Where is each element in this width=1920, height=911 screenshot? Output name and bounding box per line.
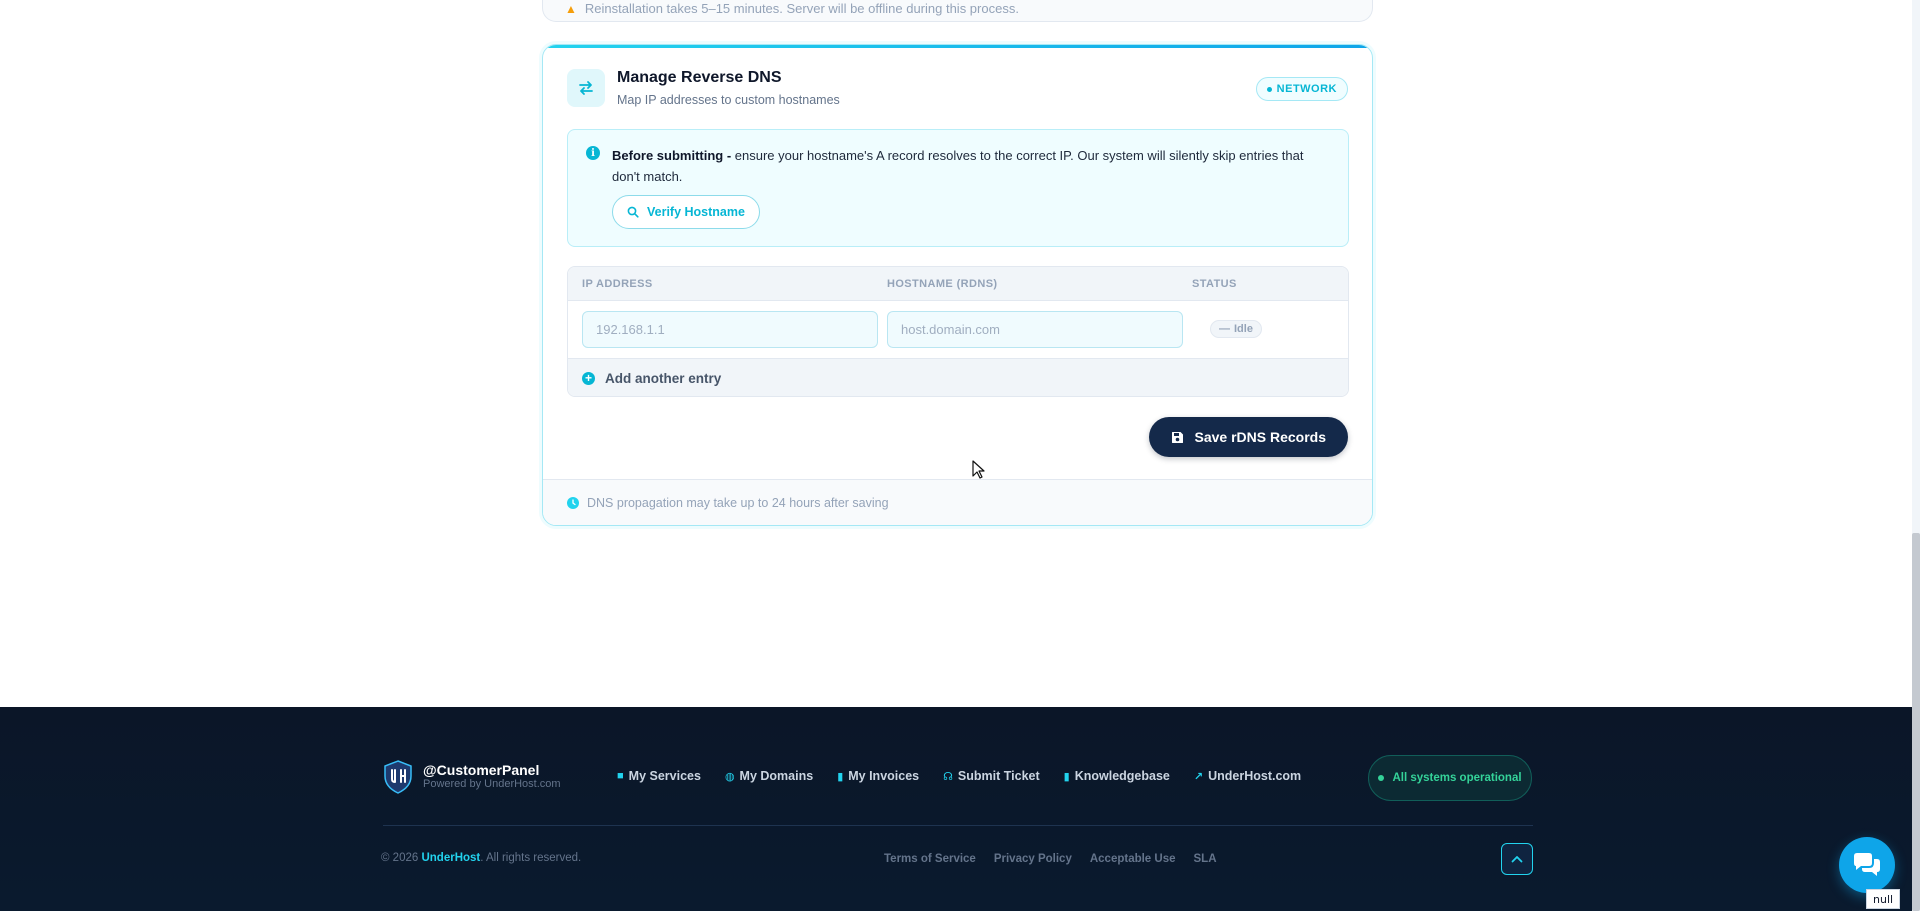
status-dot-icon xyxy=(1378,775,1385,781)
footer-link-underhost[interactable]: ↗ UnderHost.com xyxy=(1194,769,1301,783)
reverse-dns-card: Manage Reverse DNS Map IP addresses to c… xyxy=(542,44,1373,526)
copyright-brand-link[interactable]: UnderHost xyxy=(421,852,480,864)
footer-link-label: Submit Ticket xyxy=(957,769,1040,783)
box-icon: ■ xyxy=(617,770,624,782)
legal-links: Terms of Service Privacy Policy Acceptab… xyxy=(884,853,1217,865)
verify-hostname-button[interactable]: Verify Hostname xyxy=(612,195,760,229)
add-entry-label: Add another entry xyxy=(605,371,722,386)
footer-link-label: My Domains xyxy=(739,769,814,783)
live-chat-button[interactable] xyxy=(1839,837,1895,893)
chat-bubbles-icon xyxy=(1854,853,1880,876)
copyright-prefix: © 2026 xyxy=(381,852,419,864)
footer-link-label: My Invoices xyxy=(848,769,920,783)
header-ip-address: IP ADDRESS xyxy=(582,278,653,290)
brand-subtitle: Powered by UnderHost.com xyxy=(423,778,561,790)
footer-link-my-domains[interactable]: ◍ My Domains xyxy=(725,769,813,783)
dash-icon: — xyxy=(1219,323,1230,335)
network-badge-label: NETWORK xyxy=(1276,83,1337,95)
legal-link-acceptable-use[interactable]: Acceptable Use xyxy=(1090,853,1176,865)
shield-logo-icon xyxy=(384,760,412,794)
footer-link-label: UnderHost.com xyxy=(1208,769,1302,783)
mouse-cursor-icon xyxy=(972,460,985,479)
header-status: STATUS xyxy=(1192,278,1237,290)
footer-link-knowledgebase[interactable]: ▮ Knowledgebase xyxy=(1064,769,1170,783)
legal-link-privacy[interactable]: Privacy Policy xyxy=(994,853,1072,865)
rdns-table: IP ADDRESS HOSTNAME (RDNS) STATUS — Idle… xyxy=(567,266,1349,397)
footer-nav: ■ My Services ◍ My Domains ▮ My Invoices… xyxy=(617,769,1301,783)
network-badge: NETWORK xyxy=(1255,77,1348,101)
brand-name: @CustomerPanel xyxy=(423,762,540,778)
info-text: Before submitting - ensure your hostname… xyxy=(612,145,1332,187)
search-icon xyxy=(627,206,639,218)
scrollbar-thumb[interactable] xyxy=(1912,533,1920,911)
copyright-suffix: . All rights reserved. xyxy=(480,852,582,864)
globe-icon: ◍ xyxy=(724,770,735,783)
swap-arrows-icon xyxy=(567,69,605,107)
plus-circle-icon: + xyxy=(582,372,595,385)
file-icon: ▮ xyxy=(837,770,844,783)
warning-icon: ▲ xyxy=(565,1,577,16)
info-text-bold: Before submitting - xyxy=(612,148,732,163)
info-notice: i Before submitting - ensure your hostna… xyxy=(567,129,1349,247)
scrollbar-track[interactable] xyxy=(1912,0,1920,911)
clock-icon xyxy=(567,496,579,509)
card-accent-bar xyxy=(543,45,1372,48)
table-header: IP ADDRESS HOSTNAME (RDNS) STATUS xyxy=(568,267,1348,301)
reinstall-warning-text: Reinstallation takes 5–15 minutes. Serve… xyxy=(584,1,1019,16)
floppy-disk-icon xyxy=(1172,431,1184,443)
badge-dot-icon xyxy=(1266,86,1272,92)
status-badge: — Idle xyxy=(1210,320,1262,338)
save-rdns-label: Save rDNS Records xyxy=(1194,429,1326,445)
propagation-note: DNS propagation may take up to 24 hours … xyxy=(587,495,889,510)
info-icon: i xyxy=(586,146,600,160)
headset-icon: ☊ xyxy=(943,770,953,783)
back-to-top-button[interactable] xyxy=(1501,843,1533,875)
footer-link-label: My Services xyxy=(628,769,701,783)
save-rdns-button[interactable]: Save rDNS Records xyxy=(1149,417,1348,457)
site-footer: @CustomerPanel Powered by UnderHost.com … xyxy=(0,707,1912,911)
ip-address-input[interactable] xyxy=(582,311,878,348)
footer-link-submit-ticket[interactable]: ☊ Submit Ticket xyxy=(943,769,1040,783)
copyright: © 2026 UnderHost. All rights reserved. xyxy=(381,852,581,864)
chat-tooltip: null xyxy=(1866,889,1901,909)
reinstall-warning: ▲ Reinstallation takes 5–15 minutes. Ser… xyxy=(565,1,1019,16)
reinstall-card: ▲ Reinstallation takes 5–15 minutes. Ser… xyxy=(542,0,1373,22)
footer-link-my-services[interactable]: ■ My Services xyxy=(617,769,701,783)
verify-hostname-label: Verify Hostname xyxy=(647,205,745,219)
system-status-label: All systems operational xyxy=(1392,772,1522,784)
legal-link-sla[interactable]: SLA xyxy=(1194,853,1217,865)
footer-link-label: Knowledgebase xyxy=(1074,769,1170,783)
external-link-icon: ↗ xyxy=(1193,770,1204,783)
footer-brand[interactable]: @CustomerPanel Powered by UnderHost.com xyxy=(383,760,561,794)
status-badge-label: Idle xyxy=(1234,323,1253,335)
card-subtitle: Map IP addresses to custom hostnames xyxy=(617,93,840,107)
chevron-up-icon xyxy=(1511,856,1523,863)
header-hostname: HOSTNAME (RDNS) xyxy=(887,278,998,290)
footer-link-my-invoices[interactable]: ▮ My Invoices xyxy=(837,769,919,783)
book-icon: ▮ xyxy=(1063,770,1070,783)
card-footer: DNS propagation may take up to 24 hours … xyxy=(543,479,1372,525)
system-status-pill[interactable]: All systems operational xyxy=(1368,755,1532,801)
add-entry-button[interactable]: + Add another entry xyxy=(568,358,1348,396)
hostname-input[interactable] xyxy=(887,311,1183,348)
legal-link-terms[interactable]: Terms of Service xyxy=(884,853,976,865)
card-title: Manage Reverse DNS xyxy=(617,69,782,86)
footer-divider xyxy=(383,825,1533,826)
